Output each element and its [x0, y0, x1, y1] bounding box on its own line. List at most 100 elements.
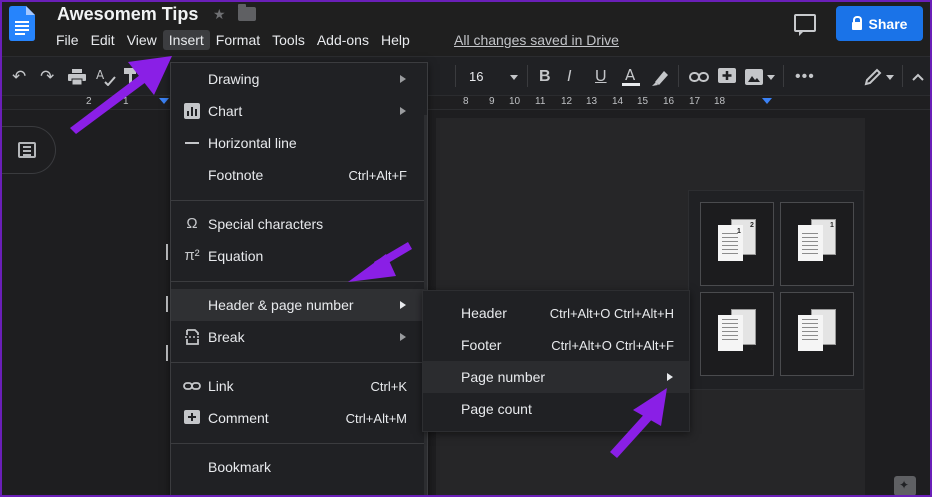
menu-item-label: Header & page number — [208, 297, 354, 313]
pi-icon: π² — [184, 247, 200, 264]
menu-item-special-characters[interactable]: Ω Special characters — [171, 208, 427, 240]
toolbar-separator — [902, 65, 903, 87]
menu-item-label: Footnote — [208, 167, 264, 183]
chevron-up-icon[interactable] — [912, 73, 924, 81]
ruler-label: 16 — [663, 96, 675, 107]
menu-item-label: Comment — [208, 410, 269, 426]
chevron-down-icon[interactable] — [510, 75, 518, 80]
ruler-label: 14 — [612, 96, 624, 107]
horizontal-ruler[interactable]: 2 1 8 9 10 11 12 13 14 15 16 17 18 — [0, 96, 932, 110]
menu-item-equation[interactable]: π² Equation — [171, 240, 427, 272]
menu-item-horizontal-line[interactable]: Horizontal line — [171, 127, 427, 159]
menu-item-label: Equation — [208, 248, 264, 264]
editing-mode-pencil-icon[interactable] — [864, 68, 882, 86]
toolbar-separator — [678, 65, 679, 87]
menu-item-comment[interactable]: Comment Ctrl+Alt+M — [171, 402, 427, 434]
menu-separator — [171, 443, 427, 444]
folder-icon[interactable] — [238, 4, 256, 21]
menu-format[interactable]: Format — [210, 30, 266, 50]
document-title[interactable]: Awesomem Tips — [57, 4, 198, 25]
ruler-label: 15 — [637, 96, 649, 107]
toolbar: ↶ ↷ A 16 B I U A ••• — [0, 56, 932, 96]
highlight-color-icon[interactable] — [652, 68, 670, 86]
toolbar-separator — [527, 65, 528, 87]
submenu-arrow-icon — [400, 333, 406, 341]
menu-add-ons[interactable]: Add-ons — [311, 30, 375, 50]
toolbar-separator — [455, 65, 456, 87]
font-size-field[interactable]: 16 — [469, 69, 483, 84]
menu-item-chart[interactable]: Chart — [171, 95, 427, 127]
horizontal-line-icon — [185, 142, 199, 144]
menu-item-label: Break — [208, 329, 245, 345]
page-number-bottom-right-skip-first-option[interactable] — [780, 292, 854, 376]
link-icon — [183, 382, 201, 390]
page-number-label: 1 — [737, 228, 741, 235]
comment-history-icon[interactable] — [794, 14, 816, 36]
menu-file[interactable]: File — [50, 30, 85, 50]
ruler-label: 10 — [509, 96, 521, 107]
save-status-link[interactable]: All changes saved in Drive — [454, 32, 619, 48]
ruler-label: 9 — [489, 96, 495, 107]
undo-icon[interactable]: ↶ — [12, 67, 26, 87]
chevron-down-icon[interactable] — [767, 75, 775, 80]
menu-item-header-page-number[interactable]: Header & page number — [171, 289, 427, 321]
menu-edit[interactable]: Edit — [85, 30, 121, 50]
submenu-item-page-count[interactable]: Page count — [423, 393, 689, 425]
submenu-arrow-icon — [667, 373, 673, 381]
menu-item-bookmark[interactable]: Bookmark — [171, 451, 427, 483]
menu-item-link[interactable]: Link Ctrl+K — [171, 370, 427, 402]
insert-link-icon[interactable] — [689, 71, 709, 83]
submenu-item-shortcut: Ctrl+Alt+O Ctrl+Alt+H — [549, 306, 674, 321]
right-indent-marker[interactable] — [762, 98, 772, 104]
share-label: Share — [868, 15, 908, 32]
submenu-item-label: Page count — [461, 401, 532, 417]
header-page-number-submenu: Header Ctrl+Alt+O Ctrl+Alt+H Footer Ctrl… — [422, 290, 690, 432]
spellcheck-icon[interactable]: A — [96, 68, 116, 86]
submenu-item-footer[interactable]: Footer Ctrl+Alt+O Ctrl+Alt+F — [423, 329, 689, 361]
paint-format-icon[interactable] — [124, 68, 138, 86]
menu-tools[interactable]: Tools — [266, 30, 311, 50]
ruler-label: 2 — [86, 96, 92, 107]
more-options-icon[interactable]: ••• — [795, 67, 815, 87]
submenu-item-page-number[interactable]: Page number — [423, 361, 689, 393]
left-indent-marker[interactable] — [159, 98, 169, 104]
print-icon[interactable] — [68, 69, 86, 85]
ruler-label: 11 — [535, 96, 546, 107]
menu-item-drawing[interactable]: Drawing — [171, 63, 427, 95]
google-docs-icon[interactable] — [9, 6, 35, 41]
submenu-arrow-icon — [400, 75, 406, 83]
share-button[interactable]: Share — [836, 6, 923, 41]
menu-item-shortcut: Ctrl+Alt+F — [348, 168, 407, 183]
menu-separator — [171, 281, 427, 282]
menu-separator — [171, 362, 427, 363]
page-number-top-right-skip-first-option[interactable]: 1 — [780, 202, 854, 286]
submenu-item-label: Footer — [461, 337, 502, 353]
underline-icon[interactable]: U — [595, 67, 607, 87]
page-number-top-right-option[interactable]: 2 1 — [700, 202, 774, 286]
menu-item-label: Link — [208, 378, 234, 394]
page-number-bottom-right-option[interactable]: 2 — [700, 292, 774, 376]
submenu-item-label: Page number — [461, 369, 546, 385]
chevron-down-icon[interactable] — [886, 75, 894, 80]
menu-item-footnote[interactable]: Footnote Ctrl+Alt+F — [171, 159, 427, 191]
submenu-item-header[interactable]: Header Ctrl+Alt+O Ctrl+Alt+H — [423, 297, 689, 329]
bold-icon[interactable]: B — [539, 67, 551, 87]
italic-icon[interactable]: I — [567, 67, 571, 87]
redo-icon[interactable]: ↷ — [40, 67, 54, 87]
menu-insert[interactable]: Insert — [162, 30, 210, 50]
chart-icon — [184, 103, 200, 119]
text-color-icon[interactable]: A — [622, 66, 640, 88]
add-comment-icon — [184, 410, 200, 424]
star-icon[interactable]: ★ — [213, 6, 226, 23]
menu-item-break[interactable]: Break — [171, 321, 427, 353]
menu-help[interactable]: Help — [375, 30, 416, 50]
menu-view[interactable]: View — [121, 30, 163, 50]
insert-image-icon[interactable] — [745, 69, 763, 85]
menu-item-label: Special characters — [208, 216, 324, 232]
add-comment-icon[interactable] — [718, 68, 736, 86]
omega-icon: Ω — [186, 215, 198, 232]
insert-menu: Drawing Chart Horizontal line Footnote C… — [170, 62, 428, 497]
document-outline-toggle[interactable] — [0, 126, 56, 174]
explore-icon[interactable] — [894, 476, 916, 496]
menu-item-label: Bookmark — [208, 459, 272, 475]
